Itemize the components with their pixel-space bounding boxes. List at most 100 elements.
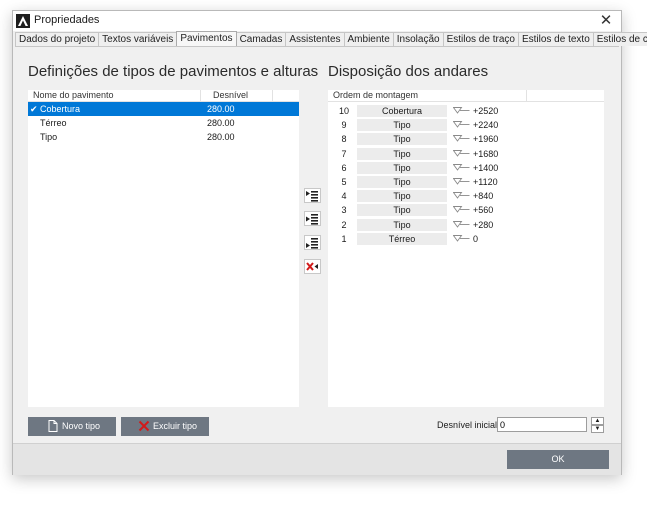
floor-level: 0 <box>473 233 479 244</box>
floor-level: +2240 <box>473 120 499 131</box>
floor-row: 6 Tipo +1400 <box>328 161 604 175</box>
floor-number: 10 <box>338 106 349 116</box>
floor-name-button[interactable]: Tipo <box>357 204 447 217</box>
delete-type-button[interactable]: Excluir tipo <box>121 417 209 436</box>
tab-estilos-de-cota[interactable]: Estilos de cota <box>592 32 647 46</box>
window-title: Propriedades <box>34 14 100 26</box>
floor-type-row[interactable]: ✔ Cobertura 280.00 <box>28 102 299 116</box>
insert-middle-icon <box>306 214 318 225</box>
close-button[interactable]: ✕ <box>595 11 617 31</box>
floor-type-name: Térreo <box>40 118 67 128</box>
floor-layout-heading: Disposição dos andares <box>328 63 489 80</box>
title-bar: Propriedades ✕ <box>13 11 621 31</box>
ok-button[interactable]: OK <box>507 450 609 469</box>
spin-down-button[interactable]: ▼ <box>591 425 604 433</box>
tab-insolacao[interactable]: Insolação <box>392 32 444 46</box>
tab-pavimentos[interactable]: Pavimentos <box>176 31 237 46</box>
level-marker-icon <box>453 220 470 228</box>
floor-level: +1120 <box>473 177 498 187</box>
level-marker-icon <box>453 121 470 128</box>
insert-bottom-button[interactable] <box>304 235 321 250</box>
level-marker-icon <box>453 192 470 199</box>
remove-floor-button[interactable] <box>304 259 321 274</box>
insert-top-button[interactable] <box>304 188 321 203</box>
floor-level: +560 <box>473 205 494 216</box>
column-header-name: Nome do pavimento <box>33 90 114 100</box>
floor-name-button[interactable]: Tipo <box>357 190 447 203</box>
column-header-desnivel: Desnível <box>213 90 249 100</box>
floor-level: +1400 <box>473 162 499 173</box>
floor-type-row[interactable]: Térreo 280.00 <box>28 116 299 130</box>
floor-number: 1 <box>341 233 347 244</box>
floor-row: 7 Tipo +1680 <box>328 147 604 161</box>
floor-name-button[interactable]: Tipo <box>357 133 447 146</box>
tab-camadas[interactable]: Camadas <box>235 32 287 46</box>
level-marker-icon <box>453 135 470 143</box>
initial-level-label: Desnível inicial: <box>437 420 500 430</box>
tab-ambiente[interactable]: Ambiente <box>343 32 394 46</box>
floor-row: 5 Tipo +1120 <box>328 175 604 189</box>
insert-middle-button[interactable] <box>304 211 321 226</box>
floor-type-name: Tipo <box>40 132 58 142</box>
floor-row: 3 Tipo +560 <box>328 203 604 217</box>
floor-name-button[interactable]: Tipo <box>357 147 447 160</box>
delete-icon <box>138 420 150 432</box>
delete-type-label: Excluir tipo <box>153 421 198 431</box>
tab-textos-variaveis[interactable]: Textos variáveis <box>98 32 178 46</box>
floor-row: 1 Térreo 0 <box>328 232 604 246</box>
floor-number: 5 <box>341 177 347 187</box>
floor-level: +840 <box>473 191 494 202</box>
level-marker-icon <box>453 149 470 157</box>
floor-number: 2 <box>341 219 347 230</box>
floor-level: +280 <box>473 219 494 230</box>
floor-types-header: Nome do pavimento Desnível <box>28 90 299 102</box>
level-marker-icon <box>453 234 470 242</box>
checkmark-icon: ✔ <box>30 104 38 114</box>
initial-level-input[interactable] <box>497 417 587 432</box>
floor-type-row[interactable]: Tipo 280.00 <box>28 130 299 144</box>
column-divider <box>200 90 201 101</box>
column-divider <box>272 90 273 101</box>
tab-dados-do-projeto[interactable]: Dados do projeto <box>15 32 100 46</box>
floor-types-list[interactable]: Nome do pavimento Desnível ✔ Cobertura 2… <box>28 90 299 407</box>
tab-estilos-de-texto[interactable]: Estilos de texto <box>517 32 594 46</box>
floor-row: 4 Tipo +840 <box>328 189 604 203</box>
floor-type-desnivel: 280.00 <box>207 132 235 142</box>
insert-bottom-icon <box>306 238 318 249</box>
floor-name-button[interactable]: Cobertura <box>357 105 447 117</box>
level-marker-icon <box>453 206 470 214</box>
floor-level: +2520 <box>473 106 499 116</box>
floor-row: 9 Tipo +2240 <box>328 118 604 132</box>
properties-dialog: Propriedades ✕ Dados do projeto Textos v… <box>12 10 647 475</box>
floor-name-button[interactable]: Tipo <box>357 161 447 174</box>
floor-type-desnivel: 280.00 <box>207 118 235 128</box>
floor-number: 7 <box>341 148 347 159</box>
new-type-label: Novo tipo <box>62 421 101 431</box>
floor-number: 3 <box>341 205 347 216</box>
floor-number: 9 <box>341 120 347 131</box>
floor-number: 6 <box>341 162 347 173</box>
floor-row: 8 Tipo +1960 <box>328 132 604 146</box>
column-header-order: Ordem de montagem <box>333 90 419 100</box>
app-logo-icon <box>16 14 30 28</box>
level-marker-icon <box>453 107 470 114</box>
floor-level: +1960 <box>473 134 499 145</box>
floor-layout-header: Ordem de montagem <box>328 90 604 102</box>
floor-name-button[interactable]: Tipo <box>357 218 447 231</box>
column-divider <box>526 90 527 101</box>
new-document-icon <box>48 420 58 432</box>
tab-assistentes[interactable]: Assistentes <box>285 32 345 46</box>
remove-floor-icon <box>306 262 318 271</box>
tab-bar: Dados do projeto Textos variáveis Pavime… <box>15 31 647 47</box>
floor-type-name: Cobertura <box>40 104 81 114</box>
new-type-button[interactable]: Novo tipo <box>28 417 116 436</box>
floor-layout-panel: Ordem de montagem 10 Cobertura +2520 9 Tipo +… <box>328 90 604 407</box>
floor-type-desnivel: 280.00 <box>207 104 235 114</box>
floor-number: 4 <box>341 191 347 202</box>
tab-estilos-de-traco[interactable]: Estilos de traço <box>442 32 519 46</box>
floor-name-button[interactable]: Térreo <box>357 232 447 245</box>
floor-name-button[interactable]: Tipo <box>357 176 447 188</box>
spin-up-button[interactable]: ▲ <box>591 417 604 425</box>
level-marker-icon <box>453 178 470 185</box>
floor-name-button[interactable]: Tipo <box>357 119 447 132</box>
